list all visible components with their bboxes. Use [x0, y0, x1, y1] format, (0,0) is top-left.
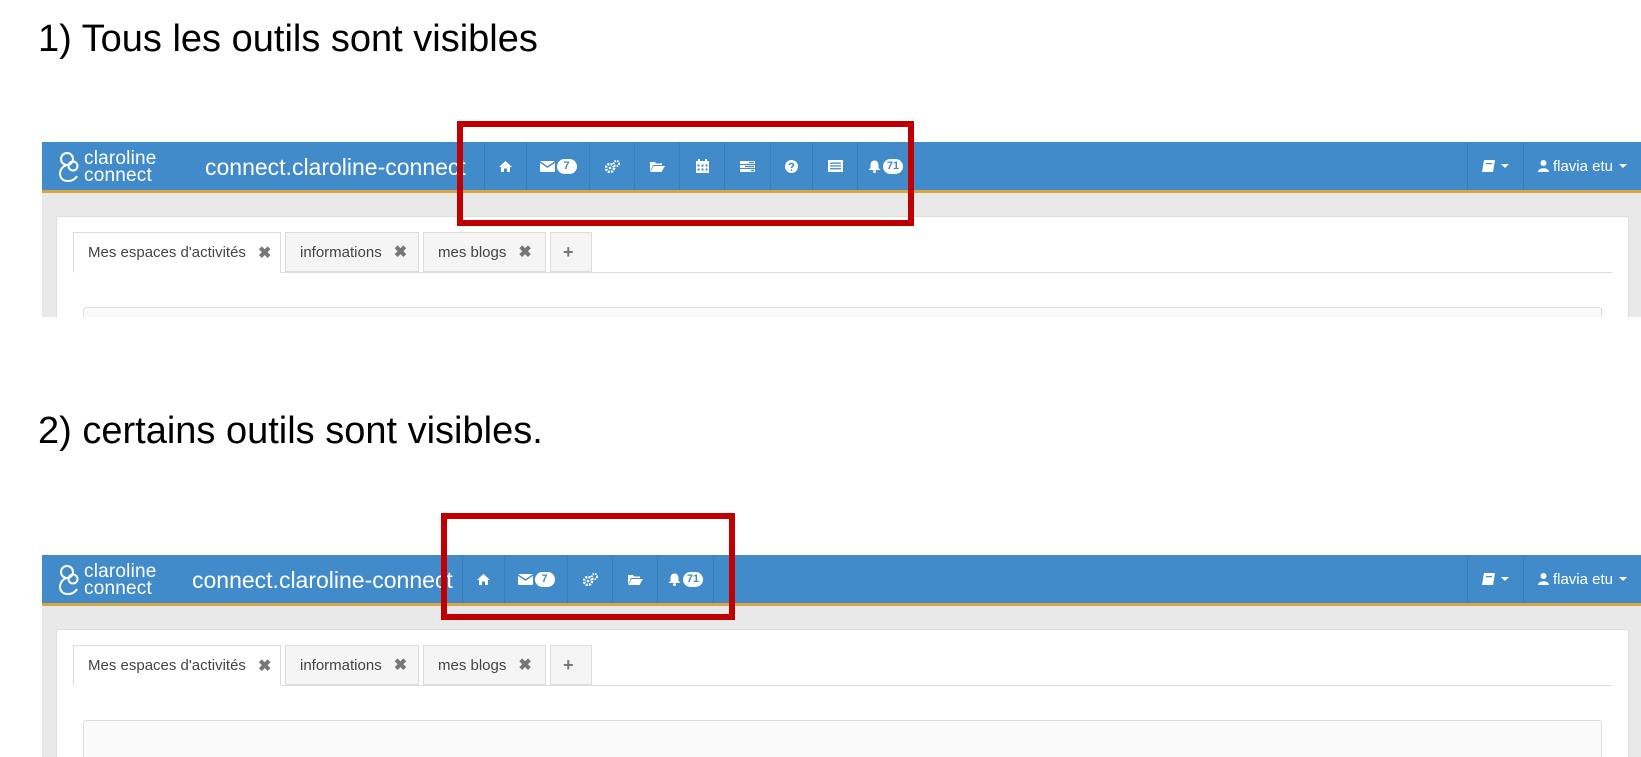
workspace-brand[interactable]: connect.claroline-connect [192, 567, 453, 594]
user-menu[interactable]: flavia etu [1522, 142, 1641, 190]
tab-mes-espaces[interactable]: Mes espaces d'activités ✖ [73, 232, 281, 273]
book-icon [1481, 160, 1495, 172]
workspace-brand[interactable]: connect.claroline-connect [205, 154, 466, 181]
tab-label: Mes espaces d'activités [88, 657, 246, 674]
tab-mes-espaces[interactable]: Mes espaces d'activités ✖ [73, 645, 281, 686]
claroline-logo[interactable]: claroline connect [55, 561, 157, 599]
navbar-right-menu: flavia etu [1466, 555, 1641, 603]
close-icon[interactable]: ✖ [394, 655, 407, 675]
close-icon[interactable]: ✖ [518, 242, 531, 262]
tab-label: mes blogs [438, 656, 507, 674]
user-name: flavia etu [1552, 157, 1613, 175]
heading-some-tools: 2) certains outils sont visibles. [38, 410, 543, 452]
workspaces-dropdown[interactable] [1466, 142, 1523, 190]
claroline-logo-icon [59, 565, 79, 596]
tab-label: informations [300, 243, 382, 261]
tab-label: informations [300, 656, 382, 674]
tab-mes-blogs[interactable]: mes blogs ✖ [423, 645, 546, 685]
caret-down-icon [1619, 164, 1627, 168]
tools-highlight-box-2 [441, 513, 735, 620]
book-icon [1481, 573, 1495, 585]
home-tabs: Mes espaces d'activités ✖ informations ✖… [73, 645, 1612, 686]
caret-down-icon [1500, 577, 1509, 581]
workspace-panel [83, 307, 1602, 317]
add-tab-button[interactable]: + [550, 232, 592, 272]
close-icon[interactable]: ✖ [394, 242, 407, 262]
user-menu[interactable]: flavia etu [1522, 555, 1641, 603]
logo-line-2: connect [84, 165, 152, 186]
user-name: flavia etu [1552, 570, 1613, 588]
workspaces-dropdown[interactable] [1466, 555, 1523, 603]
heading-all-tools: 1) Tous les outils sont visibles [38, 18, 538, 60]
user-icon [1537, 160, 1549, 172]
screenshot-some-tools: claroline connect connect.claroline-conn… [42, 555, 1641, 757]
caret-down-icon [1500, 164, 1509, 168]
close-icon[interactable]: ✖ [258, 656, 271, 676]
claroline-logo[interactable]: claroline connect [55, 148, 157, 186]
close-icon[interactable]: ✖ [258, 243, 271, 263]
add-tab-button[interactable]: + [550, 645, 592, 685]
top-navbar: claroline connect connect.claroline-conn… [42, 555, 1641, 606]
caret-down-icon [1619, 577, 1627, 581]
tab-informations[interactable]: informations ✖ [285, 232, 419, 272]
content-panel: Mes espaces d'activités ✖ informations ✖… [56, 216, 1629, 317]
user-icon [1537, 573, 1549, 585]
logo-line-2: connect [84, 578, 152, 599]
home-tabs: Mes espaces d'activités ✖ informations ✖… [73, 232, 1612, 273]
claroline-logo-icon [59, 152, 79, 183]
content-panel: Mes espaces d'activités ✖ informations ✖… [56, 629, 1629, 757]
tab-informations[interactable]: informations ✖ [285, 645, 419, 685]
tools-highlight-box-1 [457, 121, 914, 226]
navbar-right-menu: flavia etu [1466, 142, 1641, 190]
workspace-panel [83, 720, 1602, 757]
tab-label: Mes espaces d'activités [88, 244, 246, 261]
tab-mes-blogs[interactable]: mes blogs ✖ [423, 232, 546, 272]
close-icon[interactable]: ✖ [518, 655, 531, 675]
tab-label: mes blogs [438, 243, 507, 261]
